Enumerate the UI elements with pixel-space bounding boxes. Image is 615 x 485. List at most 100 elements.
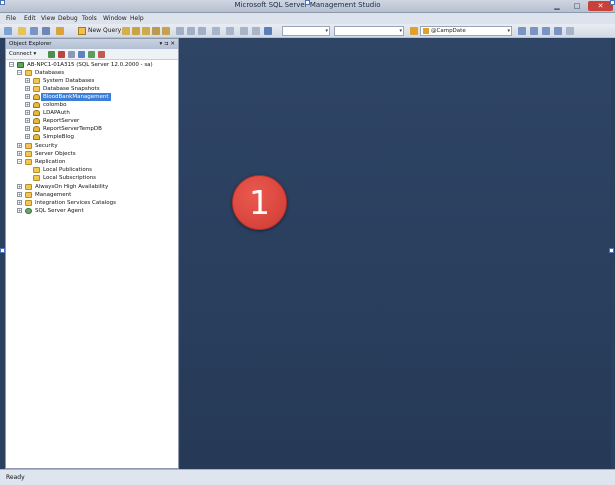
solution-explorer-icon[interactable] xyxy=(530,27,538,35)
navigate-forward-icon[interactable] xyxy=(252,27,260,35)
collapse-icon[interactable]: − xyxy=(9,62,14,67)
navigate-back-icon[interactable] xyxy=(240,27,248,35)
object-explorer-panel: Object Explorer ▾ ⊐ ✕ Connect ▾ − AB-NPC… xyxy=(5,38,179,469)
solution-platform-dropdown[interactable]: ▾ xyxy=(334,26,404,36)
menu-window[interactable]: Window xyxy=(103,15,127,22)
status-bar: Ready xyxy=(0,469,615,485)
open-folder-icon[interactable] xyxy=(56,27,64,35)
save-icon[interactable] xyxy=(30,27,38,35)
find-in-files-icon[interactable] xyxy=(518,27,526,35)
disconnect-icon[interactable] xyxy=(58,51,65,58)
activity-icon[interactable] xyxy=(98,51,105,58)
resize-handle-top-right[interactable] xyxy=(610,0,615,5)
folder-icon xyxy=(25,184,32,190)
expand-icon[interactable]: + xyxy=(25,78,30,83)
find-combo[interactable]: @CampDate ▾ xyxy=(420,26,512,36)
database-icon xyxy=(33,94,40,100)
find-combo-value: @CampDate xyxy=(431,28,466,34)
standard-toolbar: New Query ▾ ▾ @CampDate ▾ xyxy=(0,24,615,38)
expand-icon[interactable]: + xyxy=(25,94,30,99)
expand-icon[interactable]: + xyxy=(25,126,30,131)
server-icon xyxy=(17,62,24,68)
expand-icon[interactable]: + xyxy=(25,110,30,115)
open-file-icon[interactable] xyxy=(18,27,26,35)
document-area xyxy=(180,38,611,469)
sql-agent-icon xyxy=(25,208,32,214)
connect-button[interactable]: Connect ▾ xyxy=(9,51,36,57)
dmx-query-icon[interactable] xyxy=(152,27,160,35)
folder-icon xyxy=(33,175,40,181)
new-query-button[interactable]: New Query xyxy=(78,26,121,36)
toolbar-options-icon[interactable] xyxy=(566,27,574,35)
panel-window-buttons[interactable]: ▾ ⊐ ✕ xyxy=(160,39,175,49)
new-query-icon xyxy=(78,27,86,35)
maximize-button[interactable]: □ xyxy=(568,1,586,11)
minimize-button[interactable]: ▁ xyxy=(548,1,566,11)
resize-handle-top[interactable] xyxy=(305,0,310,5)
new-project-icon[interactable] xyxy=(4,27,12,35)
undo-icon[interactable] xyxy=(212,27,220,35)
expand-icon[interactable]: + xyxy=(17,192,22,197)
object-explorer-toolbar: Connect ▾ xyxy=(6,49,178,60)
expand-icon[interactable]: + xyxy=(17,208,22,213)
menu-view[interactable]: View xyxy=(41,15,55,22)
expand-icon[interactable]: + xyxy=(25,118,30,123)
tree-node-label: ReportServerTempDB xyxy=(43,126,102,132)
expand-icon[interactable]: + xyxy=(17,184,22,189)
cut-icon[interactable] xyxy=(176,27,184,35)
tree-node-label: SQL Server Agent xyxy=(35,208,84,214)
expand-icon[interactable]: + xyxy=(25,102,30,107)
tree-node-label: Database Snapshots xyxy=(43,86,100,92)
folder-icon xyxy=(25,151,32,157)
expand-icon[interactable]: + xyxy=(17,151,22,156)
folder-icon xyxy=(25,143,32,149)
paste-icon[interactable] xyxy=(198,27,206,35)
database-icon xyxy=(33,126,40,132)
variable-icon xyxy=(423,28,429,34)
activity-monitor-icon[interactable] xyxy=(264,27,272,35)
expand-icon[interactable]: + xyxy=(17,200,22,205)
collapse-icon[interactable]: − xyxy=(17,70,22,75)
step-callout-badge: 1 xyxy=(232,175,287,230)
tree-node-label: Integration Services Catalogs xyxy=(35,200,116,206)
tree-node-label: Management xyxy=(35,192,72,198)
expand-icon[interactable]: + xyxy=(25,134,30,139)
expand-icon[interactable]: + xyxy=(25,86,30,91)
database-icon xyxy=(33,110,40,116)
menu-edit[interactable]: Edit xyxy=(24,15,36,22)
collapse-icon[interactable]: − xyxy=(17,159,22,164)
analysis-services-query-icon[interactable] xyxy=(132,27,140,35)
tree-node-label: Replication xyxy=(35,159,66,165)
resize-handle-left[interactable] xyxy=(0,248,5,253)
stop-icon[interactable] xyxy=(68,51,75,58)
chevron-down-icon: ▾ xyxy=(399,28,402,34)
xmla-query-icon[interactable] xyxy=(162,27,170,35)
tree-node-label: Local Publications xyxy=(43,167,93,173)
tree-node-label: AB-NPC1-01A315 (SQL Server 12.0.2000 - s… xyxy=(27,62,153,68)
filter-icon[interactable] xyxy=(78,51,85,58)
menu-debug[interactable]: Debug xyxy=(58,15,78,22)
copy-icon[interactable] xyxy=(187,27,195,35)
menu-tools[interactable]: Tools xyxy=(82,15,97,22)
menu-file[interactable]: File xyxy=(6,15,16,22)
connect-server-icon[interactable] xyxy=(48,51,55,58)
tree-node-label: Server Objects xyxy=(35,151,76,157)
resize-handle-top-left[interactable] xyxy=(0,0,5,5)
toolbox-icon[interactable] xyxy=(554,27,562,35)
tree-node-label: colombo xyxy=(43,102,67,108)
menu-help[interactable]: Help xyxy=(130,15,144,22)
expand-icon[interactable]: + xyxy=(17,143,22,148)
folder-icon xyxy=(25,200,32,206)
database-engine-query-icon[interactable] xyxy=(122,27,130,35)
save-all-icon[interactable] xyxy=(42,27,50,35)
find-icon[interactable] xyxy=(410,27,418,35)
folder-icon xyxy=(33,78,40,84)
mdx-query-icon[interactable] xyxy=(142,27,150,35)
redo-icon[interactable] xyxy=(226,27,234,35)
properties-icon[interactable] xyxy=(542,27,550,35)
refresh-icon[interactable] xyxy=(88,51,95,58)
tree-node-label: Security xyxy=(35,143,58,149)
folder-icon xyxy=(25,159,32,165)
resize-handle-right[interactable] xyxy=(609,248,614,253)
solution-config-dropdown[interactable]: ▾ xyxy=(282,26,330,36)
